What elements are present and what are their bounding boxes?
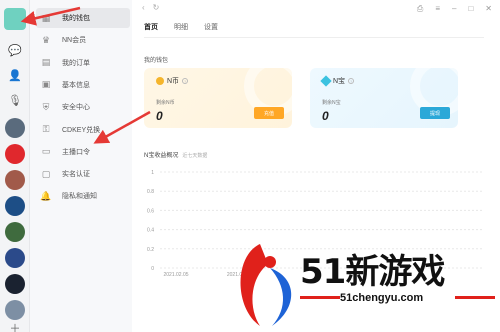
id-icon: ▢ <box>41 168 51 179</box>
game-icon-5[interactable] <box>5 222 25 242</box>
wallet-section-title: 我的钱包 <box>144 58 169 64</box>
sidebar-item-label: 安全中心 <box>62 104 90 112</box>
watermark-url: 51chengyu.com <box>340 292 424 304</box>
tab-details[interactable]: 明细 <box>174 22 188 32</box>
tabs-divider <box>144 37 484 38</box>
game-icon-2[interactable] <box>5 144 25 164</box>
n-treasure-card: N宝 ? 剩余N宝 0 提现 <box>310 68 458 128</box>
watermark-text: 51新游戏 <box>300 252 445 292</box>
key-icon: ⚿ <box>42 124 50 134</box>
sidebar-item-label: CDKEY兑换 <box>62 126 101 134</box>
tab-settings[interactable]: 设置 <box>204 22 218 32</box>
contacts-icon-glyph: 👤 <box>8 69 22 82</box>
sidebar-item-1[interactable]: ♛ NN会员 <box>36 30 130 50</box>
game-icon-4[interactable] <box>5 196 25 216</box>
sidebar-item-2[interactable]: ▤ 我的订单 <box>36 53 130 73</box>
n-treasure-value: 0 <box>322 109 329 123</box>
sidebar-item-6[interactable]: ▭ 主播口令 <box>36 142 130 162</box>
mic-icon-glyph: 🎙 <box>8 94 22 107</box>
watermark-bar-right <box>455 296 495 299</box>
wallet-tabs: 首页 明细 设置 <box>144 22 218 32</box>
y-tick-label: 0.6 <box>147 208 154 214</box>
tab-home[interactable]: 首页 <box>144 22 158 32</box>
add-icon[interactable]: ＋ <box>5 318 25 332</box>
watermark-bar-left <box>300 296 340 299</box>
anchor-icon: ▭ <box>41 146 51 157</box>
sidebar-item-label: 主播口令 <box>62 148 90 156</box>
chat-icon[interactable]: 💬 <box>5 40 25 60</box>
y-tick-label: 1 <box>151 170 154 176</box>
coin-icon <box>156 77 164 85</box>
settings-sidebar: ▦ 我的钱包 ♛ NN会员 ▤ 我的订单 ▣ 基本信息 ⛨ 安全中心 ⚿ CDKEY兑换 ▭ 主播口令 ▢ 实… <box>30 0 132 332</box>
close-icon[interactable]: ✕ <box>485 4 492 14</box>
maximize-icon[interactable]: □ <box>468 4 473 14</box>
y-tick-label: 0 <box>151 266 154 272</box>
n-coin-sub: 剩余N币 <box>156 100 175 106</box>
y-tick-label: 0.2 <box>147 247 154 253</box>
vip-icon: ♛ <box>41 34 51 45</box>
n-coin-card: N币 ? 剩余N币 0 充值 <box>144 68 292 128</box>
info-icon: ▣ <box>41 79 51 90</box>
help-icon[interactable]: ? <box>182 78 189 84</box>
menu-icon[interactable]: ≡ <box>435 4 440 14</box>
help-icon[interactable]: ? <box>348 78 355 84</box>
sidebar-item-label: 实名认证 <box>62 171 90 179</box>
chat-icon-glyph: 💬 <box>8 44 22 57</box>
chart-title: N宝收益概况 <box>144 153 179 159</box>
left-rail: 💬 👤 🎙 ＋ <box>0 0 30 332</box>
game-icon-1[interactable] <box>5 118 25 138</box>
back-icon[interactable]: ‹ <box>142 3 145 12</box>
nav-controls: ‹ ↻ <box>142 3 159 12</box>
chart-subtitle: 近七天数据 <box>182 153 208 159</box>
contacts-icon[interactable]: 👤 <box>5 65 25 85</box>
refresh-icon[interactable]: ↻ <box>153 3 160 12</box>
recharge-button[interactable]: 充值 <box>254 107 284 119</box>
sidebar-item-label: 我的订单 <box>62 59 90 67</box>
wallet-icon: ▦ <box>41 12 51 23</box>
game-icon-7[interactable] <box>5 274 25 294</box>
sidebar-item-8[interactable]: 🔔 隐私和通知 <box>36 186 130 206</box>
sidebar-item-label: 我的钱包 <box>62 15 90 22</box>
shield-icon: ⛨ <box>42 101 50 112</box>
chart-header: N宝收益概况 近七天数据 <box>144 150 207 159</box>
user-avatar[interactable] <box>4 8 26 30</box>
game-icon-6[interactable] <box>5 248 25 268</box>
window-controls: ⎙ ≡ – □ ✕ <box>417 4 492 14</box>
sidebar-item-5[interactable]: ⚿ CDKEY兑换 <box>36 120 130 140</box>
game-icon-8[interactable] <box>5 300 25 320</box>
order-icon: ▤ <box>41 57 51 68</box>
gift-icon[interactable]: ⎙ <box>417 4 423 14</box>
sidebar-item-label: 基本信息 <box>62 81 90 89</box>
n-treasure-sub: 剩余N宝 <box>322 100 341 106</box>
y-tick-label: 0.4 <box>147 228 154 234</box>
x-tick-label: 2021.02.05 <box>163 272 188 278</box>
n-treasure-title: N宝 <box>333 78 346 85</box>
n-coin-title: N币 <box>167 78 180 85</box>
withdraw-button[interactable]: 提现 <box>420 107 450 119</box>
game-icon-3[interactable] <box>5 170 25 190</box>
sidebar-item-label: NN会员 <box>62 37 87 45</box>
n-coin-value: 0 <box>156 109 163 123</box>
sidebar-item-label: 隐私和通知 <box>62 193 97 201</box>
diamond-icon <box>320 75 332 87</box>
sidebar-item-3[interactable]: ▣ 基本信息 <box>36 75 130 95</box>
y-tick-label: 0.8 <box>147 189 154 195</box>
mic-icon[interactable]: 🎙 <box>5 90 25 110</box>
sidebar-item-0[interactable]: ▦ 我的钱包 <box>36 8 130 28</box>
bell-icon: 🔔 <box>40 190 52 201</box>
sidebar-item-4[interactable]: ⛨ 安全中心 <box>36 97 130 117</box>
minimize-icon[interactable]: – <box>452 4 456 14</box>
sidebar-item-7[interactable]: ▢ 实名认证 <box>36 164 130 184</box>
